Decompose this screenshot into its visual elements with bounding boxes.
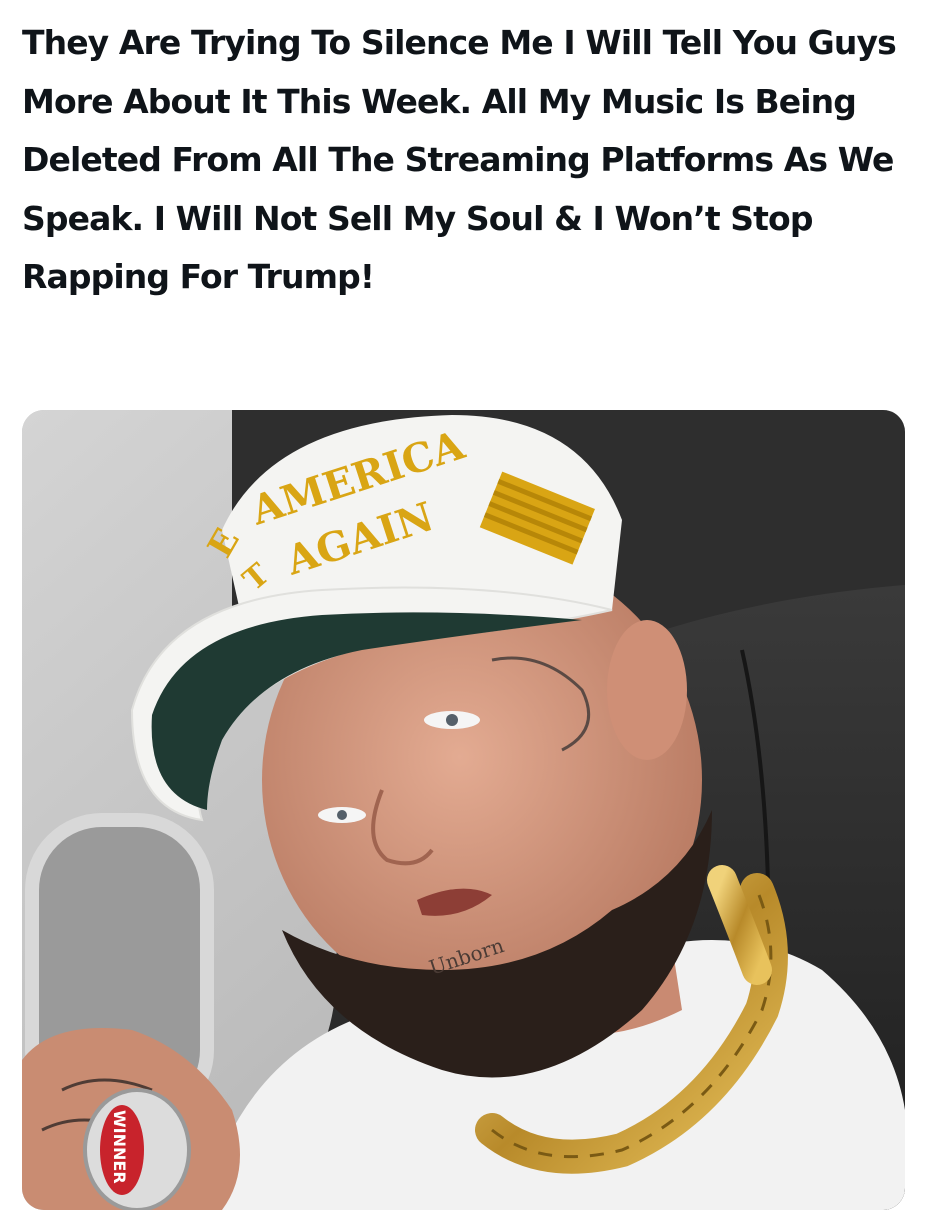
photo-illustration: Unborn AMERICA AGAIN E T WINNER (22, 410, 905, 1210)
ring-text: WINNER (110, 1110, 129, 1184)
post: They Are Trying To Silence Me I Will Tel… (0, 0, 926, 1210)
championship-ring: WINNER (83, 1088, 191, 1210)
post-text: They Are Trying To Silence Me I Will Tel… (22, 23, 897, 296)
post-photo[interactable]: Unborn AMERICA AGAIN E T WINNER (22, 410, 905, 1210)
